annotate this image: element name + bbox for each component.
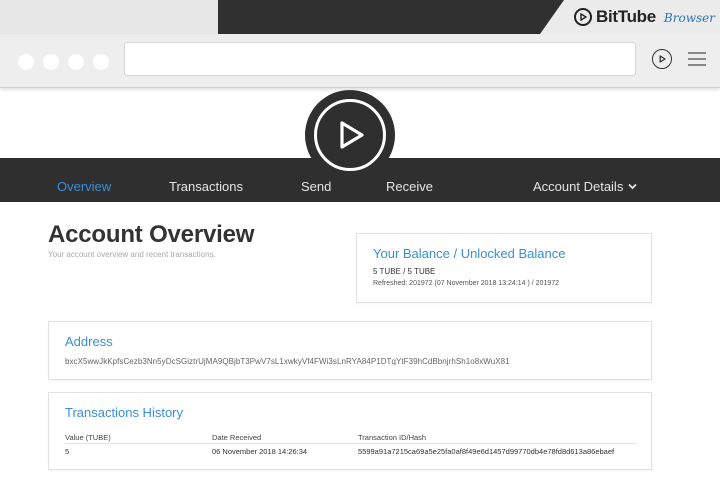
nav-send[interactable]: Send (301, 179, 331, 194)
address-value[interactable]: bxcX5wwJkKpfsCezb3Nn5yDcSGiztrUjMA9QBjbT… (65, 357, 510, 366)
balance-value: 5 TUBE / 5 TUBE (373, 267, 436, 276)
page-title: Account Overview (48, 221, 255, 248)
bittube-play-icon[interactable] (652, 49, 672, 69)
transactions-title: Transactions History (65, 405, 183, 420)
column-header-hash: Transaction ID/Hash (358, 433, 427, 442)
tx-row-hash[interactable]: 5599a91a7215ca69a5e25fa0af8f49e6d1457d99… (358, 447, 614, 456)
tx-row-date: 06 November 2018 14:26:34 (212, 447, 308, 456)
window-dot-4[interactable] (93, 54, 109, 70)
url-bar[interactable] (124, 42, 636, 76)
balance-refreshed: Refreshed: 201972 (07 November 2018 13:2… (373, 280, 560, 287)
nav-receive[interactable]: Receive (386, 179, 433, 194)
chevron-down-icon (628, 183, 637, 190)
table-divider (65, 443, 637, 444)
brand-name: BitTube (596, 7, 656, 26)
nav-overview[interactable]: Overview (57, 179, 111, 194)
nav-transactions[interactable]: Transactions (169, 179, 243, 194)
nav-account-details-label: Account Details (533, 179, 624, 194)
tx-row-value: 5 (65, 447, 70, 456)
column-header-date: Date Received (212, 433, 262, 442)
brand-sub: Browser (663, 11, 715, 25)
window-dot-1[interactable] (18, 54, 34, 70)
browser-brand: BitTube Browser (574, 7, 715, 27)
bittube-hero-logo-icon (305, 90, 395, 180)
browser-toolbar (0, 34, 720, 88)
nav-account-details[interactable]: Account Details (533, 179, 637, 194)
address-card: Address bxcX5wwJkKpfsCezb3Nn5yDcSGiztrUj… (48, 321, 652, 380)
hamburger-menu-icon[interactable] (688, 52, 706, 66)
window-dot-2[interactable] (43, 54, 59, 70)
window-controls (18, 54, 109, 70)
bittube-logo-icon (574, 8, 592, 26)
balance-title: Your Balance / Unlocked Balance (373, 246, 566, 261)
window-dot-3[interactable] (68, 54, 84, 70)
browser-tab-strip: BitTube Browser (0, 0, 720, 34)
page-subtitle: Your account overview and recent transac… (48, 250, 216, 259)
balance-card: Your Balance / Unlocked Balance 5 TUBE /… (356, 233, 652, 303)
column-header-value: Value (TUBE) (65, 433, 111, 442)
transactions-card: Transactions History Value (TUBE) Date R… (48, 392, 652, 470)
address-title: Address (65, 334, 113, 349)
